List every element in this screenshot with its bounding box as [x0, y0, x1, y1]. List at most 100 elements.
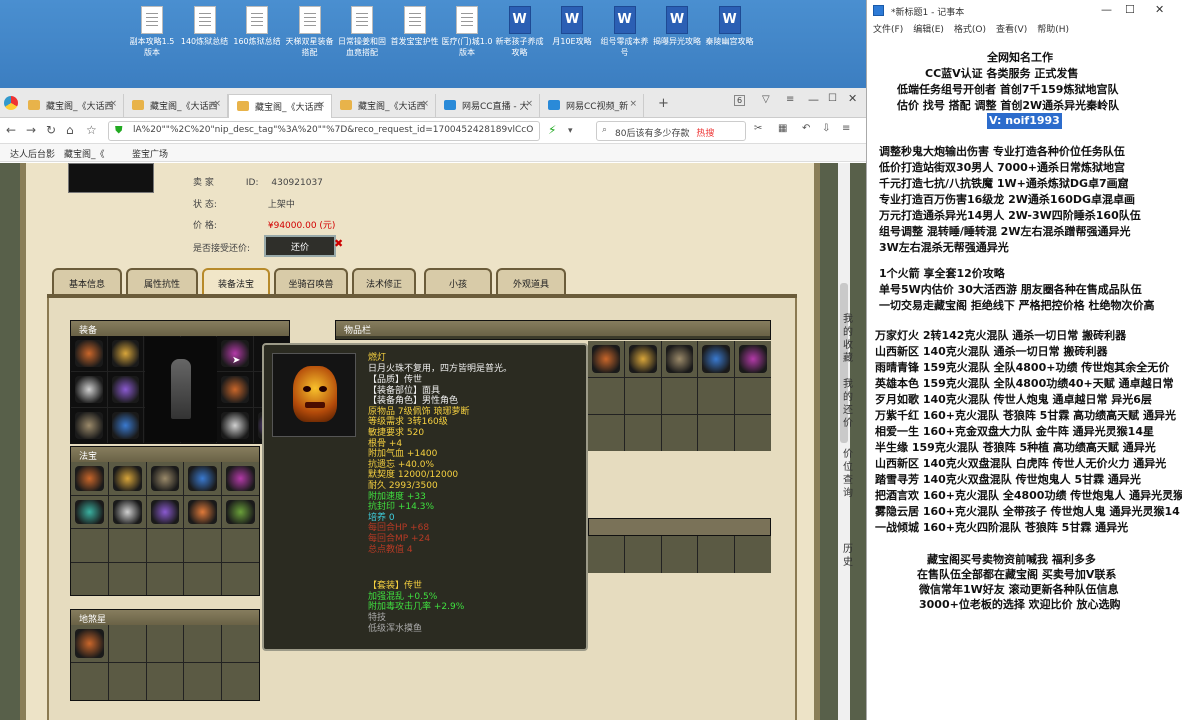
inventory-slot[interactable] — [108, 663, 146, 700]
new-tab-button[interactable]: + — [658, 96, 669, 111]
inventory-slot[interactable] — [146, 495, 184, 528]
bookmark-item[interactable]: 鉴宝广场 — [132, 147, 168, 160]
star-icon[interactable]: ☆ — [86, 123, 97, 137]
close-x-icon[interactable]: ✖ — [334, 237, 343, 250]
dropdown-icon[interactable]: ▾ — [568, 126, 573, 136]
inventory-slot[interactable] — [108, 625, 146, 662]
browser-tab[interactable]: 网易CC直播 - 大 × — [436, 94, 540, 118]
inventory-slot[interactable] — [71, 372, 107, 407]
inventory-slot[interactable] — [108, 462, 146, 495]
inventory-slot[interactable] — [184, 529, 222, 562]
inventory-slot[interactable] — [222, 495, 259, 528]
browser-tab[interactable]: 藏宝阁_《大话西 × — [124, 94, 228, 118]
desktop-icon[interactable]: W 月10E攻略 — [546, 6, 598, 47]
tab-close-icon[interactable]: × — [109, 99, 117, 109]
notepad-menu-item[interactable]: 编辑(E) — [913, 25, 944, 35]
tab-close-icon[interactable]: × — [629, 99, 637, 109]
game-tab[interactable]: 法术修正 — [352, 268, 416, 294]
download-icon[interactable]: ⇩ — [822, 123, 830, 134]
inventory-slot[interactable] — [222, 625, 259, 662]
bargain-button[interactable]: 还价 — [264, 235, 336, 257]
browser-tab[interactable]: 藏宝阁_《大话西 × — [332, 94, 436, 118]
character-avatar[interactable] — [68, 163, 154, 193]
inventory-slot[interactable] — [71, 336, 107, 371]
inventory-slot[interactable] — [107, 408, 143, 443]
undo-icon[interactable]: ↶ — [802, 123, 810, 134]
inventory-slot[interactable] — [108, 529, 146, 562]
inventory-slot[interactable] — [184, 625, 222, 662]
inventory-slot[interactable] — [217, 372, 253, 407]
side-link[interactable]: 价位查询 — [843, 448, 857, 500]
inventory-slot[interactable] — [588, 378, 624, 414]
desktop-icon[interactable]: 日常操姜和固血竟搭配 — [336, 6, 388, 58]
browser-logo-icon[interactable] — [4, 96, 18, 110]
inventory-slot[interactable] — [698, 341, 735, 377]
inventory-slot[interactable] — [698, 378, 735, 414]
inventory-slot[interactable] — [71, 663, 108, 700]
notepad-menu-item[interactable]: 帮助(H) — [1037, 25, 1069, 35]
inventory-slot[interactable] — [108, 562, 146, 595]
bookmark-item[interactable]: 达人后台影 — [10, 147, 55, 160]
desktop-icon[interactable]: 天梯双星装备搭配 — [284, 6, 336, 58]
home-icon[interactable]: ⌂ — [66, 123, 74, 137]
back-icon[interactable]: ← — [6, 123, 16, 137]
notepad-menu-item[interactable]: 查看(V) — [996, 25, 1027, 35]
inventory-slot[interactable] — [107, 372, 143, 407]
notepad-menu-item[interactable]: 格式(O) — [954, 25, 986, 35]
inventory-slot[interactable] — [735, 341, 771, 377]
inventory-slot[interactable] — [146, 529, 184, 562]
game-tab[interactable]: 属性抗性 — [126, 268, 198, 294]
desktop-icon[interactable]: 医疗(门)城1.0版本 — [441, 6, 493, 58]
inventory-slot[interactable] — [71, 495, 108, 528]
browser-tab[interactable]: 网易CC视频_新 × — [540, 94, 644, 118]
desktop-icon[interactable]: 副本攻略1.5版本 — [126, 6, 178, 58]
tab-close-icon[interactable]: × — [421, 99, 429, 109]
more-menu-icon[interactable]: ≡ — [842, 123, 850, 134]
inventory-slot[interactable] — [71, 408, 107, 443]
menu-icon[interactable]: ≡ — [786, 94, 794, 105]
tab-close-icon[interactable]: × — [525, 99, 533, 109]
tab-count-badge[interactable]: 6 — [734, 95, 746, 106]
inventory-slot[interactable] — [108, 495, 146, 528]
desktop-icon[interactable]: W 秦陵幽宫攻略 — [704, 6, 756, 47]
desktop-icon[interactable]: 首发宝宝护性 — [389, 6, 441, 47]
browser-tab[interactable]: 藏宝阁_《大话西 × — [20, 94, 124, 118]
inventory-slot[interactable] — [222, 462, 259, 495]
game-tab[interactable]: 装备法宝 — [202, 268, 270, 294]
inventory-slot[interactable] — [624, 341, 661, 377]
close-button[interactable]: ✕ — [1155, 3, 1164, 16]
search-input[interactable]: ⌕ 80后该有多少存款 热搜 — [596, 121, 746, 141]
inventory-slot[interactable] — [661, 415, 698, 451]
inventory-slot[interactable] — [588, 536, 624, 573]
inventory-slot[interactable] — [588, 341, 624, 377]
inventory-slot[interactable] — [735, 378, 771, 414]
desktop-icon[interactable]: W 组号零成本养号 — [599, 6, 651, 58]
inventory-slot[interactable] — [184, 462, 222, 495]
inventory-slot[interactable] — [698, 536, 735, 573]
inventory-slot[interactable] — [735, 415, 771, 451]
inventory-slot[interactable] — [661, 378, 698, 414]
inventory-slot[interactable] — [107, 336, 143, 371]
tab-close-icon[interactable]: × — [213, 99, 221, 109]
inventory-slot[interactable] — [624, 536, 661, 573]
inventory-slot[interactable] — [624, 378, 661, 414]
inventory-slot[interactable] — [661, 341, 698, 377]
inventory-slot[interactable] — [698, 415, 735, 451]
inventory-slot[interactable] — [222, 562, 259, 595]
cut-icon[interactable]: ✂ — [754, 123, 762, 134]
close-window-button[interactable]: ✕ — [848, 92, 857, 105]
inventory-slot[interactable] — [71, 529, 108, 562]
inventory-slot[interactable] — [661, 536, 698, 573]
desktop-icon[interactable]: 160炼狱总结 — [231, 6, 283, 47]
minimize-button[interactable]: — — [1101, 3, 1112, 16]
notepad-text-area[interactable]: 全网知名工作 CC蓝V认证 各类服务 正式发售 低端任务组号开创者 首创7千159炼… — [867, 36, 1182, 720]
desktop-icon[interactable]: W 揭曝异光攻略 — [651, 6, 703, 47]
inventory-slot[interactable] — [71, 562, 108, 595]
inventory-slot[interactable] — [735, 536, 771, 573]
inventory-slot[interactable] — [184, 663, 222, 700]
tab-close-icon[interactable]: × — [317, 100, 325, 110]
inventory-slot[interactable] — [588, 415, 624, 451]
game-tab[interactable]: 基本信息 — [52, 268, 122, 294]
desktop-icon[interactable]: 140炼狱总结 — [179, 6, 231, 47]
bookmark-item[interactable]: 藏宝阁_《 — [64, 147, 105, 160]
